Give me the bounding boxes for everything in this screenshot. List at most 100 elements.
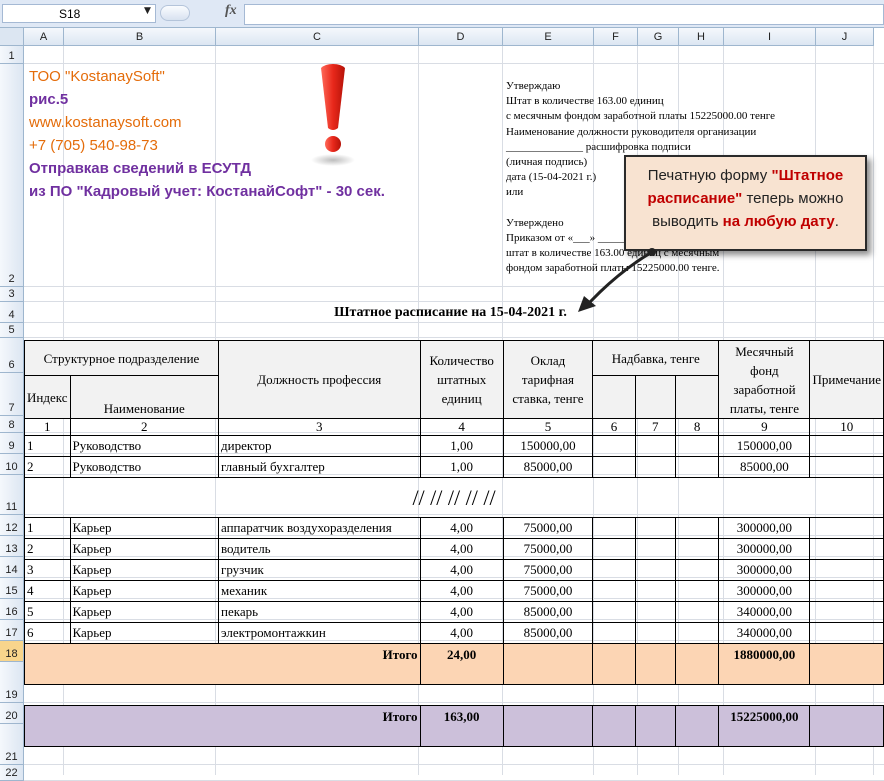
column-header-G[interactable]: G <box>638 28 679 46</box>
header-qty[interactable]: Количество штатных единиц <box>419 340 504 419</box>
table-cell[interactable]: 1 <box>24 517 71 539</box>
table-cell[interactable] <box>809 622 884 644</box>
table-row[interactable]: 1 Руководство директор 1,00 150000,00 150000,… <box>24 435 884 457</box>
table-cell[interactable]: 300000,00 <box>718 517 811 539</box>
table-cell[interactable] <box>634 601 676 623</box>
table-cell[interactable]: 4 <box>24 580 71 602</box>
table-cell[interactable] <box>592 517 636 539</box>
table-cell[interactable]: 340000,00 <box>718 622 811 644</box>
table-cell[interactable]: 4,00 <box>419 559 504 581</box>
table-cell[interactable]: 150000,00 <box>502 435 594 457</box>
table-cell[interactable]: 5 <box>24 601 71 623</box>
table-cell[interactable]: главный бухгалтер <box>218 456 421 478</box>
total-all-qty[interactable]: 163,00 <box>419 705 504 747</box>
table-cell[interactable]: Карьер <box>69 580 219 602</box>
row-header-16[interactable]: 16 <box>0 599 24 620</box>
column-header-D[interactable]: D <box>419 28 503 46</box>
column-header-C[interactable]: C <box>216 28 419 46</box>
table-cell[interactable]: пекарь <box>218 601 421 623</box>
table-cell[interactable]: 75000,00 <box>502 517 594 539</box>
table-cell[interactable] <box>674 517 720 539</box>
table-cell[interactable] <box>809 559 884 581</box>
table-row[interactable]: 1 Карьер аппаратчик воздухоразделения 4,00 7… <box>24 517 884 539</box>
table-cell[interactable]: 85000,00 <box>718 456 811 478</box>
column-number[interactable]: 10 <box>809 418 884 436</box>
table-cell[interactable]: 2 <box>24 538 71 560</box>
table-cell[interactable]: Руководство <box>69 456 219 478</box>
table-cell[interactable]: 300000,00 <box>718 559 811 581</box>
total-dept-cell[interactable] <box>502 643 594 685</box>
table-cell[interactable] <box>634 517 676 539</box>
column-header-B[interactable]: B <box>64 28 216 46</box>
total-dept-cell[interactable] <box>634 643 676 685</box>
header-position[interactable]: Должность профессия <box>218 340 421 419</box>
total-all-fund[interactable]: 15225000,00 <box>718 705 811 747</box>
table-cell[interactable] <box>809 601 884 623</box>
table-cell[interactable]: Карьер <box>69 622 219 644</box>
table-cell[interactable]: 300000,00 <box>718 538 811 560</box>
table-cell[interactable] <box>674 456 720 478</box>
fx-icon[interactable]: fx <box>225 3 237 19</box>
row-header-2[interactable]: 2 <box>0 64 24 287</box>
table-cell[interactable] <box>634 559 676 581</box>
table-cell[interactable]: механик <box>218 580 421 602</box>
row-header-6[interactable]: 6 <box>0 338 24 373</box>
table-row[interactable]: 3 Карьер грузчик 4,00 75000,00 300000,00 <box>24 559 884 581</box>
header-fund[interactable]: Месячный фонд заработной платы, тенге <box>718 340 811 419</box>
table-cell[interactable]: директор <box>218 435 421 457</box>
table-cell[interactable]: 4,00 <box>419 538 504 560</box>
table-row[interactable]: 4 Карьер механик 4,00 75000,00 300000,00 <box>24 580 884 602</box>
row-header-22[interactable]: 22 <box>0 765 24 781</box>
table-cell[interactable] <box>592 622 636 644</box>
row-header-4[interactable]: 4 <box>0 302 24 323</box>
table-cell[interactable] <box>674 538 720 560</box>
table-cell[interactable] <box>674 559 720 581</box>
row-header-5[interactable]: 5 <box>0 323 24 338</box>
row-header-14[interactable]: 14 <box>0 557 24 578</box>
row-header-17[interactable]: 17 <box>0 620 24 641</box>
total-all-cell[interactable] <box>674 705 720 747</box>
bonus-col-7[interactable] <box>634 375 676 419</box>
table-cell[interactable] <box>634 580 676 602</box>
row-header-15[interactable]: 15 <box>0 578 24 599</box>
column-header-A[interactable]: A <box>24 28 64 46</box>
column-number[interactable]: 1 <box>24 418 71 436</box>
table-cell[interactable]: 300000,00 <box>718 580 811 602</box>
table-cell[interactable] <box>592 456 636 478</box>
column-number[interactable]: 8 <box>674 418 720 436</box>
table-cell[interactable]: 4,00 <box>419 601 504 623</box>
table-cell[interactable]: электромонтажкин <box>218 622 421 644</box>
table-cell[interactable] <box>592 538 636 560</box>
table-cell[interactable]: водитель <box>218 538 421 560</box>
table-cell[interactable]: 2 <box>24 456 71 478</box>
separator-row[interactable]: // // // // // <box>24 477 884 518</box>
table-cell[interactable]: Карьер <box>69 538 219 560</box>
total-dept-cell[interactable] <box>592 643 636 685</box>
name-box[interactable]: S18 <box>2 4 156 23</box>
table-cell[interactable]: Карьер <box>69 601 219 623</box>
table-cell[interactable]: 4,00 <box>419 580 504 602</box>
table-row[interactable]: 2 Карьер водитель 4,00 75000,00 300000,00 <box>24 538 884 560</box>
row-header-13[interactable]: 13 <box>0 536 24 557</box>
formula-input[interactable] <box>244 4 884 25</box>
total-dept-cell[interactable] <box>674 643 720 685</box>
table-cell[interactable] <box>634 456 676 478</box>
table-cell[interactable]: 1,00 <box>419 456 504 478</box>
empty-row[interactable] <box>24 684 884 706</box>
table-cell[interactable] <box>674 435 720 457</box>
formula-expand-button[interactable] <box>160 5 190 21</box>
table-cell[interactable] <box>674 580 720 602</box>
name-box-dropdown-icon[interactable]: ▼ <box>144 6 151 16</box>
total-all-cell[interactable] <box>809 705 884 747</box>
row-header-12[interactable]: 12 <box>0 515 24 536</box>
table-cell[interactable] <box>674 622 720 644</box>
row-header-19[interactable]: 19 <box>0 662 24 703</box>
total-all-cell[interactable] <box>502 705 594 747</box>
total-dept-qty[interactable]: 24,00 <box>419 643 504 685</box>
row-header-1[interactable]: 1 <box>0 46 24 64</box>
table-cell[interactable] <box>592 559 636 581</box>
row-header-10[interactable]: 10 <box>0 454 24 475</box>
column-header-F[interactable]: F <box>594 28 638 46</box>
select-all-corner[interactable] <box>0 28 24 46</box>
column-number[interactable]: 2 <box>69 418 219 436</box>
